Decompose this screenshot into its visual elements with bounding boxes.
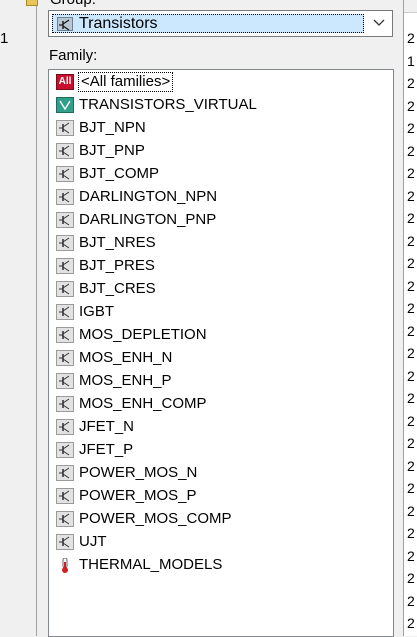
family-item-label: BJT_NRES	[79, 234, 156, 251]
family-item-label: POWER_MOS_COMP	[79, 510, 232, 527]
mos-enh-p-icon	[56, 373, 74, 389]
family-item-label: JFET_P	[79, 441, 134, 458]
right-column-header	[404, 0, 417, 13]
bjt-pnp-icon	[56, 143, 74, 159]
mos-enh-comp-icon	[56, 396, 74, 412]
right-column-cell: 2	[407, 547, 415, 564]
family-item-label: JFET_N	[79, 418, 135, 435]
family-item-label: THERMAL_MODELS	[79, 556, 223, 573]
right-column-cell: 2	[407, 165, 415, 181]
left-panel-strip: 1	[0, 0, 36, 636]
mos-depletion-icon	[56, 327, 74, 343]
family-item-label: BJT_NPN	[79, 119, 146, 136]
jfet-p-icon	[56, 442, 74, 458]
right-column-cell: 2	[407, 592, 415, 609]
family-item-label: BJT_COMP	[79, 165, 160, 182]
bjt-nres-icon	[56, 235, 74, 251]
group-dropdown-selected[interactable]: Transistors	[52, 14, 364, 33]
family-label: Family:	[49, 47, 98, 64]
left-divider	[36, 0, 37, 636]
power-mos-p-icon	[56, 488, 74, 504]
family-item-label: TRANSISTORS_VIRTUAL	[79, 96, 257, 113]
mos-enh-n-icon	[56, 350, 74, 366]
family-item-label: DARLINGTON_PNP	[79, 211, 217, 228]
right-column-cell: 2	[407, 435, 415, 451]
right-column-cell: 2	[407, 502, 415, 519]
group-selected-text: Transistors	[79, 15, 158, 32]
jfet-n-icon	[56, 419, 74, 435]
right-column-cell: 2	[407, 525, 415, 541]
right-column-cell: 2	[407, 480, 415, 496]
right-column-cell: 2	[407, 300, 415, 316]
right-column-cell: 2	[407, 367, 415, 384]
right-column-strip: 2122222222222222222222222222	[403, 0, 417, 636]
right-column-cell: 2	[407, 345, 415, 361]
family-item-label: DARLINGTON_NPN	[79, 188, 218, 205]
bjt-cres-icon	[56, 281, 74, 297]
family-item-label: POWER_MOS_P	[79, 487, 197, 504]
family-item-label: BJT_CRES	[79, 280, 156, 297]
igbt-icon	[56, 304, 74, 320]
right-column-cell: 2	[407, 97, 415, 114]
power-mos-comp-icon	[56, 511, 74, 527]
family-item-label: MOS_DEPLETION	[79, 326, 207, 343]
darlington-pnp-icon	[56, 212, 74, 228]
family-item-label: UJT	[79, 533, 107, 550]
family-item-label: MOS_ENH_COMP	[79, 395, 207, 412]
chevron-down-icon[interactable]	[372, 16, 386, 30]
right-column-cell: 2	[407, 187, 415, 204]
family-item-label: <All families>	[78, 72, 174, 92]
all-families-icon: All	[56, 74, 74, 90]
right-column-cell: 2	[407, 30, 415, 46]
right-column-cell: 2	[407, 322, 415, 339]
left-row-value: 1	[0, 30, 9, 47]
right-column-cell: 2	[407, 210, 415, 226]
group-dropdown[interactable]: Transistors	[48, 10, 393, 37]
thermometer-icon	[56, 557, 74, 573]
right-column-cell: 2	[407, 277, 415, 294]
right-column-cell: 2	[407, 142, 415, 159]
right-column-cell: 1	[407, 52, 415, 69]
right-column-cell: 2	[407, 570, 415, 586]
bjt-comp-icon	[56, 166, 74, 182]
right-column-cell: 2	[407, 390, 415, 406]
darlington-npn-icon	[56, 189, 74, 205]
group-label: Group:	[50, 0, 96, 8]
bjt-pres-icon	[56, 258, 74, 274]
family-item-label: MOS_ENH_N	[79, 349, 173, 366]
family-item-label: BJT_PNP	[79, 142, 145, 159]
group-label-icon	[26, 0, 38, 6]
right-column-cell: 2	[407, 457, 415, 474]
right-column-cell: 2	[407, 75, 415, 91]
right-column-cell: 2	[407, 120, 415, 136]
family-list[interactable]: All <All families> TRANSISTORS_VIRTUAL BJT_…	[48, 69, 394, 637]
right-column-cell: 2	[407, 232, 415, 249]
family-item-label: BJT_PRES	[79, 257, 155, 274]
ujt-icon	[56, 534, 74, 550]
transistor-group-icon	[57, 17, 73, 31]
right-column-cell: 2	[407, 412, 415, 429]
family-item-label: MOS_ENH_P	[79, 372, 172, 389]
bjt-npn-icon	[56, 120, 74, 136]
right-column-cell: 2	[407, 255, 415, 271]
virtual-transistor-icon	[56, 97, 74, 113]
right-column-cell: 2	[407, 615, 415, 631]
family-item-label: POWER_MOS_N	[79, 464, 198, 481]
family-item-label: IGBT	[79, 303, 115, 320]
power-mos-n-icon	[56, 465, 74, 481]
